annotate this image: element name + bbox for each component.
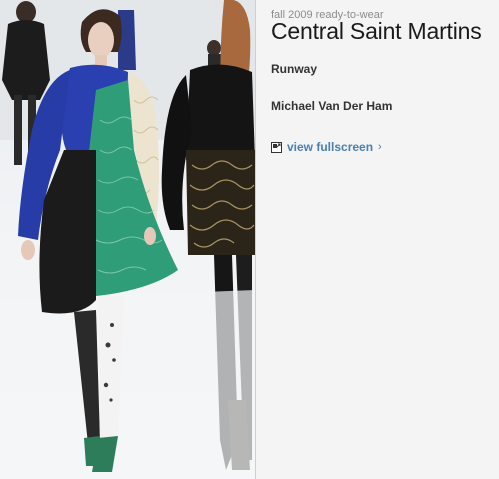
info-panel: fall 2009 ready-to-wear Central Saint Ma… [256,0,499,479]
fullscreen-icon [271,141,282,153]
view-fullscreen-label: view fullscreen [287,140,374,154]
category-label: Runway [271,62,318,76]
runway-photo[interactable] [0,0,255,479]
chevron-right-icon: › [378,141,382,153]
designer-house-title: Central Saint Martins [271,18,482,44]
designer-name: Michael Van Der Ham [271,99,393,113]
runway-photo-illustration [0,0,255,479]
view-fullscreen-link[interactable]: view fullscreen › [271,140,382,154]
